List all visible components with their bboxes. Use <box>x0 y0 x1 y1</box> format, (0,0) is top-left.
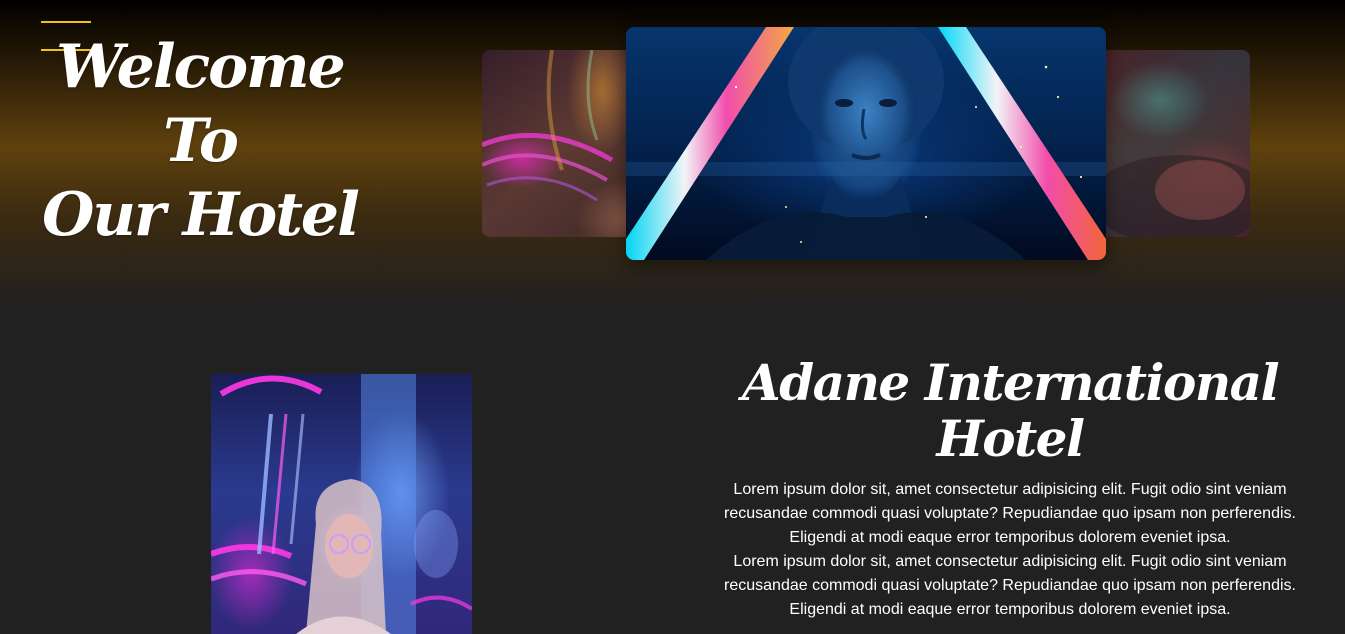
menu-line-top <box>41 21 91 23</box>
portrait-illustration <box>211 374 472 634</box>
hero-section: Welcome To Our Hotel <box>0 0 1345 305</box>
welcome-line-1: Welcome <box>56 32 346 102</box>
image-carousel[interactable] <box>482 27 1250 261</box>
hotel-title: Adane International Hotel <box>741 353 1280 468</box>
welcome-line-2: To <box>163 106 239 176</box>
carousel-slide-center[interactable] <box>626 27 1106 260</box>
description-paragraph-2: Lorem ipsum dolor sit, amet consectetur … <box>724 553 1296 618</box>
woman-neon-glasses-portrait <box>211 374 472 634</box>
welcome-line-3: Our Hotel <box>42 180 360 250</box>
welcome-heading: Welcome To Our Hotel <box>40 30 360 252</box>
woman-neon-triangle-portrait <box>626 27 1106 260</box>
description-paragraph-1: Lorem ipsum dolor sit, amet consectetur … <box>724 481 1296 546</box>
hotel-description: Lorem ipsum dolor sit, amet consectetur … <box>722 478 1298 622</box>
